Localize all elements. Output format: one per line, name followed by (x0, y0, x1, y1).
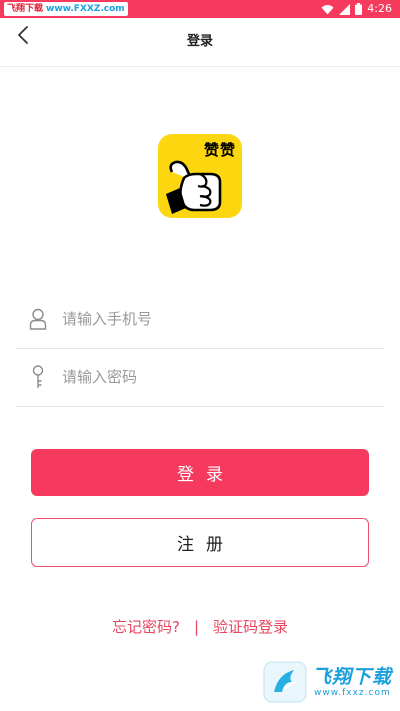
clock: 4:26 (367, 2, 392, 15)
auth-links: 忘记密码? | 验证码登录 (0, 616, 400, 637)
watermark-domain: www.fxxz.com (314, 688, 391, 698)
wifi-icon (321, 4, 334, 14)
watermark-emblem-icon (263, 661, 307, 703)
app-logo: 赞赞 (158, 134, 242, 218)
signal-icon (339, 3, 351, 15)
link-separator: | (193, 618, 199, 636)
app-header: 登录 (0, 18, 400, 67)
watermark-site: 飞翔下载 (7, 4, 44, 14)
watermark-logo: 飞翔下载 www.fxxz.com (262, 660, 396, 706)
key-icon (26, 365, 50, 389)
battery-icon (355, 3, 363, 15)
login-button[interactable]: 登录 (31, 449, 369, 496)
phone-row (16, 290, 384, 349)
thumbs-up-icon (166, 160, 222, 214)
password-input[interactable] (60, 367, 384, 387)
status-icons: 4:26 (321, 0, 392, 18)
page-title: 登录 (186, 34, 213, 49)
phone-input[interactable] (60, 309, 384, 329)
status-bar: 飞翔下载 www.FXXZ.com 4:26 (0, 0, 400, 18)
watermark-url: www.FXXZ.com (46, 4, 125, 14)
password-row (16, 348, 384, 407)
register-button[interactable]: 注册 (31, 518, 369, 567)
forgot-password-link[interactable]: 忘记密码? (112, 618, 180, 636)
watermark-badge: 飞翔下载 www.FXXZ.com (4, 2, 128, 16)
user-icon (26, 307, 50, 331)
watermark-brand: 飞翔下载 (312, 666, 393, 688)
sms-login-link[interactable]: 验证码登录 (213, 618, 288, 636)
